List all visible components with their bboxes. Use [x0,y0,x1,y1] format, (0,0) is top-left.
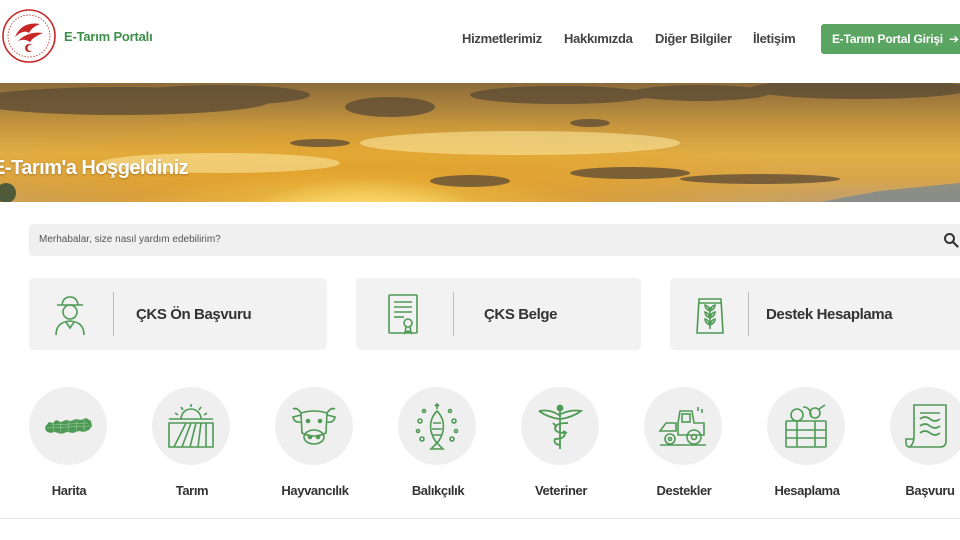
card-cks-certificate[interactable]: ÇKS Belge [356,278,641,350]
hero-title: E-Tarım'a Hoşgeldiniz [0,157,189,179]
card-label: Destek Hesaplama [766,306,893,323]
ministry-logo-icon[interactable] [2,7,56,65]
service-circle [890,387,960,465]
service-label: Balıkçılık [411,483,465,498]
card-label: ÇKS Belge [484,306,558,323]
sunset-clouds-image [0,83,960,202]
farm-field-icon [168,404,214,448]
nav-other-info[interactable]: Diğer Bilgiler [655,31,732,46]
card-support-calculation[interactable]: Destek Hesaplama [670,278,960,350]
nav-contact[interactable]: İletişim [753,31,796,46]
fish-icon [415,402,459,450]
caduceus-icon [538,404,584,449]
certificate-icon [388,294,418,335]
service-label: Hayvancılık [281,483,349,498]
service-label: Başvuru [905,483,955,498]
search-icon[interactable] [943,232,959,248]
service-label: Tarım [175,483,209,498]
service-circle [521,387,599,465]
help-search-bar[interactable]: Merhabalar, size nasıl yardım edebilirim… [29,224,960,256]
document-scroll-icon [905,404,947,448]
service-circle [398,387,476,465]
hero-banner: E-Tarım'a Hoşgeldiniz [0,83,960,202]
portal-login-button[interactable]: E-Tarım Portal Girişi ➔ [821,24,960,54]
portal-login-label: E-Tarım Portal Girişi [832,32,943,46]
service-circle [644,387,722,465]
search-placeholder: Merhabalar, size nasıl yardım edebilirim… [39,234,221,245]
card-divider [748,292,749,336]
service-label: Hesaplama [774,483,840,498]
brand-name[interactable]: E-Tarım Portalı [64,29,153,44]
nav-services[interactable]: Hizmetlerimiz [462,31,542,46]
card-divider [453,292,454,336]
service-label: Destekler [656,483,712,498]
service-circle [29,387,107,465]
site-header: E-Tarım Portalı Hizmetlerimiz Hakkımızda… [0,0,960,80]
service-label: Veteriner [534,483,588,498]
cow-icon [292,407,336,445]
section-divider [0,518,960,519]
login-arrow-icon: ➔ [948,32,959,46]
card-cks-pre-application[interactable]: ÇKS Ön Başvuru [29,278,327,350]
service-circle [152,387,230,465]
nav-about[interactable]: Hakkımızda [564,31,633,46]
harvest-crate-icon [785,404,827,448]
wheat-sack-icon [696,298,724,334]
tractor-icon [658,407,706,446]
turkey-map-icon [45,418,92,435]
service-circle [767,387,845,465]
card-label: ÇKS Ön Başvuru [136,306,252,323]
service-label: Harita [51,483,87,498]
service-circle [275,387,353,465]
card-divider [113,292,114,336]
farmer-icon [55,296,85,336]
